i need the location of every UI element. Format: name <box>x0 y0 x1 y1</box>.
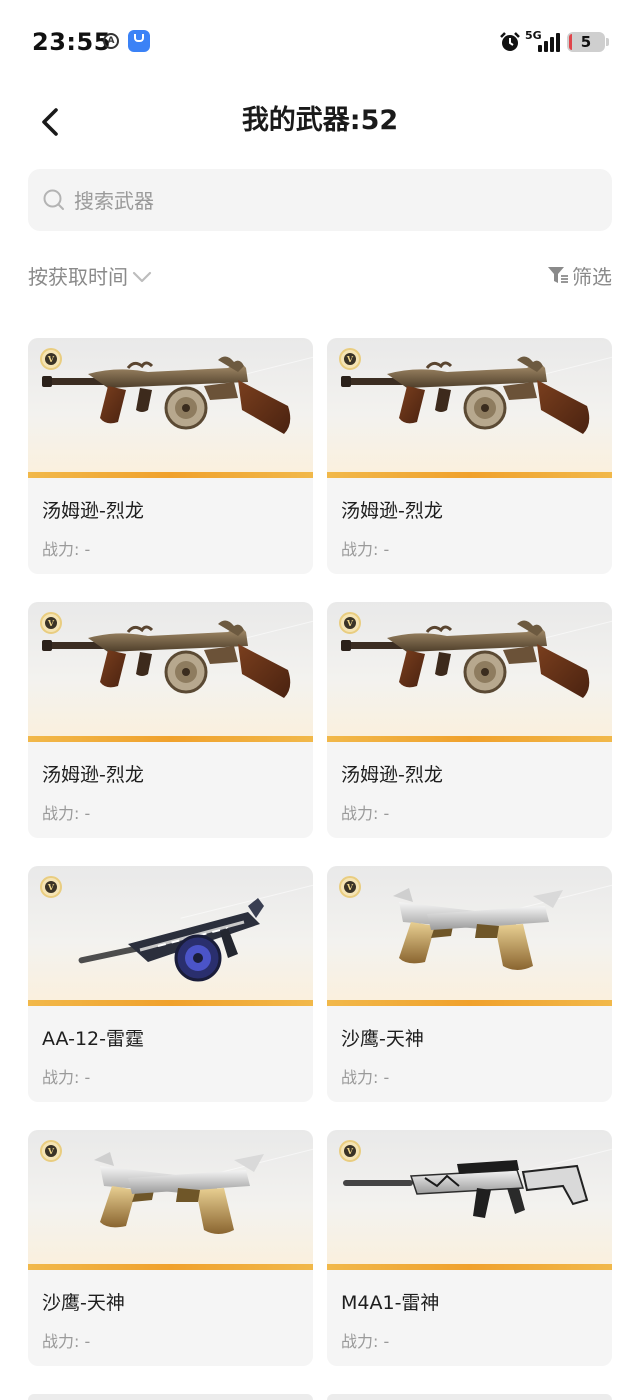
vip-badge-icon: V <box>339 876 361 898</box>
weapon-card[interactable]: V 汤姆逊-烈龙 战力: - <box>28 338 313 574</box>
battery-icon: 5 <box>567 32 605 52</box>
weapon-power: 战力: - <box>42 1068 91 1087</box>
weapon-image <box>327 338 612 478</box>
tommy-gun-dragon-icon <box>28 602 313 742</box>
weapon-image <box>28 1130 313 1270</box>
chevron-down-icon <box>132 271 152 282</box>
signal-icon <box>530 30 562 52</box>
weapon-card[interactable]: V AA-12-雷霆 战力: - <box>28 866 313 1102</box>
status-bar: 23:55 A 5G 5 <box>0 0 640 86</box>
weapon-name: 汤姆逊-烈龙 <box>42 500 144 522</box>
weapon-card[interactable] <box>28 1394 313 1400</box>
filter-label: 筛选 <box>572 264 612 289</box>
accessibility-icon: A <box>103 33 119 49</box>
weapon-name: 沙鹰-天神 <box>42 1292 125 1314</box>
filter-button[interactable]: 筛选 <box>547 260 612 290</box>
battery-level: 5 <box>580 33 592 51</box>
tommy-gun-dragon-icon <box>327 602 612 742</box>
weapon-name: 沙鹰-天神 <box>341 1028 424 1050</box>
weapon-image <box>327 1130 612 1270</box>
app-notification-icon <box>128 30 150 52</box>
dual-desert-eagle-icon <box>28 1130 313 1270</box>
search-input[interactable] <box>72 169 596 233</box>
weapon-power: 战力: - <box>341 540 390 559</box>
filter-icon <box>548 267 568 283</box>
weapon-card[interactable]: V 沙鹰-天神 战力: - <box>28 1130 313 1366</box>
rarity-band <box>327 472 612 478</box>
alarm-icon <box>500 32 520 51</box>
back-button[interactable] <box>30 102 70 142</box>
rarity-band <box>28 472 313 478</box>
dual-desert-eagle-icon <box>327 866 612 1006</box>
vip-badge-icon: V <box>40 612 62 634</box>
weapon-power: 战力: - <box>42 804 91 823</box>
weapon-power: 战力: - <box>341 1068 390 1087</box>
battery-cap <box>606 38 609 46</box>
weapon-name: 汤姆逊-烈龙 <box>341 500 443 522</box>
weapon-card[interactable]: V 汤姆逊-烈龙 战力: - <box>327 338 612 574</box>
tommy-gun-dragon-icon <box>28 338 313 478</box>
status-time: 23:55 <box>32 28 111 56</box>
shotgun-drum-icon <box>28 866 313 1006</box>
weapon-card[interactable] <box>327 1394 612 1400</box>
page-title: 我的武器:52 <box>241 105 399 136</box>
rarity-band <box>327 1000 612 1006</box>
tommy-gun-dragon-icon <box>327 338 612 478</box>
vip-badge-icon: V <box>339 1140 361 1162</box>
weapon-image <box>28 602 313 742</box>
header: 我的武器:52 <box>0 86 640 156</box>
weapon-image <box>327 866 612 1006</box>
weapon-card[interactable]: V 沙鹰-天神 战力: - <box>327 866 612 1102</box>
vip-badge-icon: V <box>339 348 361 370</box>
search-icon <box>43 189 64 210</box>
weapon-power: 战力: - <box>341 804 390 823</box>
sort-dropdown[interactable]: 按获取时间 <box>28 260 152 290</box>
vip-badge-icon: V <box>40 876 62 898</box>
search-bar[interactable] <box>28 169 612 233</box>
weapon-image <box>327 602 612 742</box>
rarity-band <box>28 1264 313 1270</box>
weapon-card[interactable]: V 汤姆逊-烈龙 战力: - <box>28 602 313 838</box>
weapon-name: 汤姆逊-烈龙 <box>42 764 144 786</box>
weapon-name: 汤姆逊-烈龙 <box>341 764 443 786</box>
weapon-power: 战力: - <box>42 540 91 559</box>
weapon-power: 战力: - <box>42 1332 91 1351</box>
vip-badge-icon: V <box>339 612 361 634</box>
weapon-image <box>28 866 313 1006</box>
rarity-band <box>327 1264 612 1270</box>
rarity-band <box>327 736 612 742</box>
weapon-name: M4A1-雷神 <box>341 1292 440 1314</box>
rarity-band <box>28 736 313 742</box>
rarity-band <box>28 1000 313 1006</box>
sort-label: 按获取时间 <box>28 264 128 289</box>
weapon-image <box>28 338 313 478</box>
vip-badge-icon: V <box>40 1140 62 1162</box>
assault-rifle-icon <box>327 1130 612 1270</box>
weapon-card[interactable]: V M4A1-雷神 战力: - <box>327 1130 612 1366</box>
weapon-card[interactable]: V 汤姆逊-烈龙 战力: - <box>327 602 612 838</box>
vip-badge-icon: V <box>40 348 62 370</box>
weapon-name: AA-12-雷霆 <box>42 1028 144 1050</box>
weapon-power: 战力: - <box>341 1332 390 1351</box>
